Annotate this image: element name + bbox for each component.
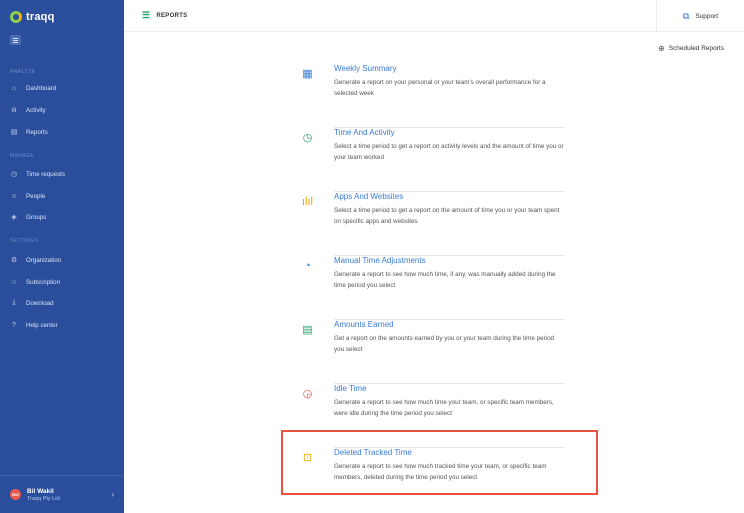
menu-toggle-button[interactable] xyxy=(10,35,21,45)
home-icon: ⌂ xyxy=(11,84,17,92)
page-title: ☰ REPORTS xyxy=(142,11,187,20)
clock-icon: ◷ xyxy=(302,132,313,144)
sidebar-item-label: Reports xyxy=(26,128,48,136)
report-manual-time-adjustments[interactable]: ◔ Manual Time Adjustments Generate a rep… xyxy=(296,256,564,320)
user-name: Bil Wakil xyxy=(27,487,54,495)
report-amounts-earned[interactable]: ▤ Amounts Earned Get a report on the amo… xyxy=(296,320,564,384)
sidebar-item-activity[interactable]: ılı Activity xyxy=(10,106,46,114)
user-org: Traqq Pty Ltd xyxy=(27,495,60,502)
sidebar-item-help-center[interactable]: ? Help center xyxy=(10,321,58,329)
avatar: BW xyxy=(10,489,21,500)
report-weekly-summary[interactable]: ▦ Weekly Summary Generate a report on yo… xyxy=(296,64,564,128)
report-title[interactable]: Weekly Summary xyxy=(334,64,397,73)
sidebar-item-label: Help center xyxy=(26,321,58,329)
sidebar-item-subscription[interactable]: ☆ Subscription xyxy=(10,278,61,287)
top-bar: ☰ REPORTS ⧉ Support xyxy=(124,0,744,32)
highlight-box xyxy=(281,430,598,495)
report-title[interactable]: Manual Time Adjustments xyxy=(334,256,426,265)
report-title[interactable]: Idle Time xyxy=(334,384,366,393)
sidebar: traqq ANALYZE ⌂ Dashboard ılı Activity ▤… xyxy=(0,0,124,513)
clock-icon: ◷ xyxy=(10,171,18,178)
gear-icon: ⚙ xyxy=(10,257,18,264)
sidebar-item-label: Organization xyxy=(26,256,62,264)
hamburger-icon xyxy=(13,39,18,41)
report-description: Select a time period to get a report on … xyxy=(334,143,564,161)
help-icon: ? xyxy=(12,321,16,329)
report-title[interactable]: Apps And Websites xyxy=(334,192,403,201)
report-time-and-activity[interactable]: ◷ Time And Activity Select a time period… xyxy=(296,128,564,192)
report-title[interactable]: Amounts Earned xyxy=(334,320,394,329)
chevron-right-icon: › xyxy=(111,490,114,499)
sidebar-item-label: Time requests xyxy=(26,170,65,178)
sidebar-item-time-requests[interactable]: ◷ Time requests xyxy=(10,170,65,179)
reports-menu-icon: ☰ xyxy=(142,10,151,20)
logo-text: traqq xyxy=(26,11,55,23)
download-icon: ⤓ xyxy=(12,299,16,306)
sidebar-item-organization[interactable]: ⚙ Organization xyxy=(10,256,62,265)
sidebar-item-reports[interactable]: ▤ Reports xyxy=(10,128,48,137)
sidebar-item-dashboard[interactable]: ⌂ Dashboard xyxy=(10,84,56,92)
sidebar-item-download[interactable]: ⤓ Download xyxy=(10,299,54,307)
report-description: Generate a report to see how much time, … xyxy=(334,271,556,289)
logo-icon xyxy=(10,11,22,23)
sidebar-item-label: Subscription xyxy=(26,278,61,286)
sidebar-item-groups[interactable]: ◈ Groups xyxy=(10,213,47,222)
user-menu[interactable]: BW Bil Wakil Traqq Pty Ltd › xyxy=(0,475,124,513)
chat-icon: ⧉ xyxy=(682,10,690,21)
app-logo[interactable]: traqq xyxy=(10,11,55,23)
money-doc-icon: ▤ xyxy=(302,324,313,336)
sidebar-item-label: Download xyxy=(26,299,54,307)
people-icon: ☺ xyxy=(10,192,18,200)
sidebar-item-label: Activity xyxy=(26,106,46,114)
bar-chart-icon: ılıl xyxy=(302,196,313,208)
report-description: Generate a report on your personal or yo… xyxy=(334,79,546,97)
report-description: Get a report on the amounts earned by yo… xyxy=(334,335,555,353)
page-title-text: REPORTS xyxy=(156,12,188,19)
report-description: Generate a report to see how much time y… xyxy=(334,399,554,417)
calendar-icon: ▦ xyxy=(302,68,313,80)
scheduled-clock-icon: ⊕ xyxy=(658,44,665,53)
sidebar-item-people[interactable]: ☺ People xyxy=(10,192,45,200)
section-label-manage: MANAGE xyxy=(10,153,35,159)
report-title[interactable]: Time And Activity xyxy=(334,128,395,137)
user-info: Bil Wakil Traqq Pty Ltd xyxy=(27,488,105,502)
sidebar-item-label: Dashboard xyxy=(26,84,57,92)
groups-icon: ◈ xyxy=(11,214,17,221)
report-apps-and-websites[interactable]: ılıl Apps And Websites Select a time per… xyxy=(296,192,564,256)
reports-icon: ▤ xyxy=(10,129,18,136)
scheduled-reports-label: Scheduled Reports xyxy=(668,45,724,52)
pie-chart-icon: ◔ xyxy=(304,260,311,272)
section-label-analyze: ANALYZE xyxy=(10,69,36,75)
section-label-settings: SETTINGS xyxy=(10,238,39,244)
report-description: Select a time period to get a report on … xyxy=(334,207,560,225)
star-icon: ☆ xyxy=(10,279,18,286)
idle-clock-icon: ◶ xyxy=(302,388,313,400)
support-label: Support xyxy=(695,12,719,20)
bar-chart-icon: ılı xyxy=(11,106,17,114)
sidebar-item-label: Groups xyxy=(26,213,47,221)
sidebar-item-label: People xyxy=(26,192,46,200)
scheduled-reports-button[interactable]: ⊕ Scheduled Reports xyxy=(658,44,724,53)
support-button[interactable]: ⧉ Support xyxy=(656,0,744,32)
